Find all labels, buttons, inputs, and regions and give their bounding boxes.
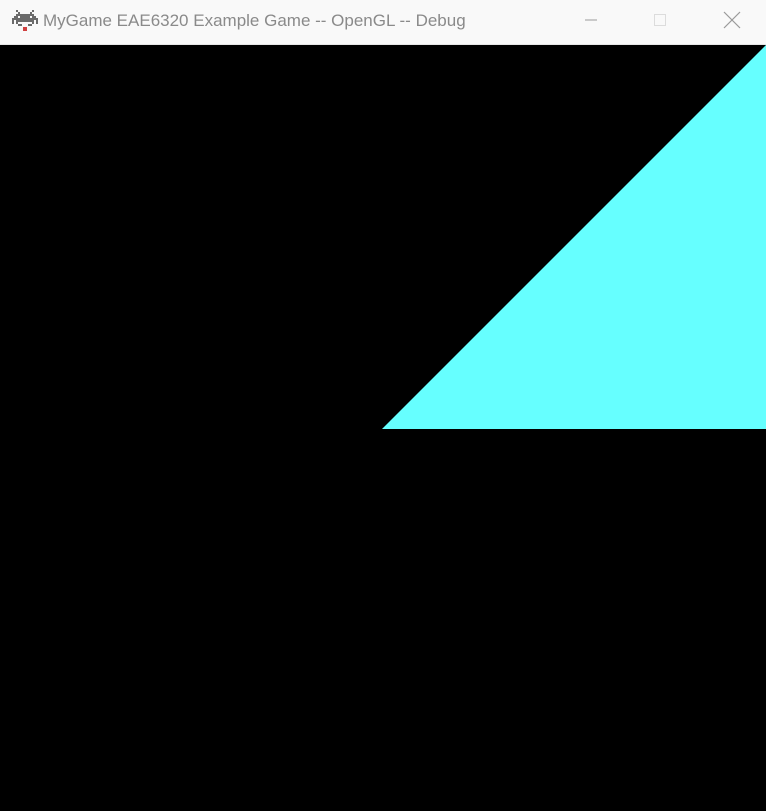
triangle-shape: [382, 45, 766, 429]
close-icon: [723, 11, 741, 34]
space-invader-icon: [12, 10, 38, 34]
scene-canvas: [382, 45, 766, 429]
title-bar[interactable]: MyGame EAE6320 Example Game -- OpenGL --…: [0, 0, 766, 45]
maximize-button[interactable]: [637, 0, 683, 44]
maximize-icon: [652, 12, 668, 33]
minimize-button[interactable]: [568, 0, 614, 44]
minimize-icon: [583, 12, 599, 33]
render-viewport[interactable]: [0, 45, 766, 811]
game-window: MyGame EAE6320 Example Game -- OpenGL --…: [0, 0, 766, 811]
close-button[interactable]: [709, 0, 755, 44]
window-title: MyGame EAE6320 Example Game -- OpenGL --…: [43, 11, 466, 30]
